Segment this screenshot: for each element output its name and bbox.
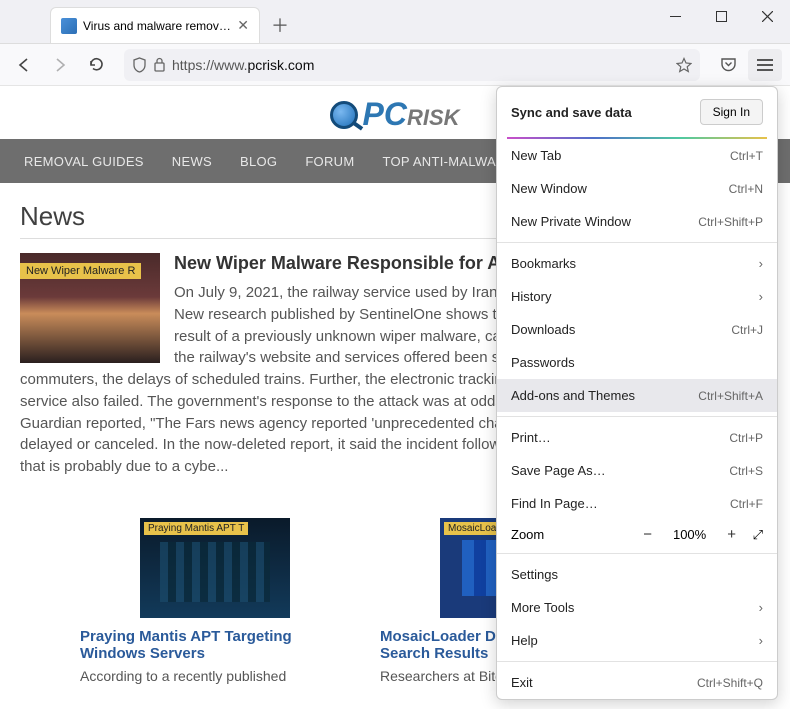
- menu-label: New Private Window: [511, 214, 631, 229]
- menu-bookmarks[interactable]: Bookmarks ›: [497, 247, 777, 280]
- menu-label: Downloads: [511, 322, 575, 337]
- zoom-label: Zoom: [511, 527, 627, 542]
- menu-shortcut: Ctrl+Shift+P: [698, 215, 763, 229]
- menu-passwords[interactable]: Passwords: [497, 346, 777, 379]
- menu-label: New Window: [511, 181, 587, 196]
- menu-find-in-page[interactable]: Find In Page… Ctrl+F: [497, 487, 777, 520]
- menu-settings[interactable]: Settings: [497, 558, 777, 591]
- menu-label: Passwords: [511, 355, 575, 370]
- logo-pc: PC: [362, 96, 406, 132]
- sign-in-button[interactable]: Sign In: [700, 99, 763, 125]
- menu-new-private-window[interactable]: New Private Window Ctrl+Shift+P: [497, 205, 777, 238]
- related-card: Praying Mantis APT T Praying Mantis APT …: [80, 518, 350, 684]
- menu-label: Exit: [511, 675, 533, 690]
- card-thumbnail[interactable]: Praying Mantis APT T: [140, 518, 290, 618]
- menu-downloads[interactable]: Downloads Ctrl+J: [497, 313, 777, 346]
- menu-exit[interactable]: Exit Ctrl+Shift+Q: [497, 666, 777, 699]
- menu-print[interactable]: Print… Ctrl+P: [497, 421, 777, 454]
- chevron-right-icon: ›: [759, 289, 763, 304]
- chevron-right-icon: ›: [759, 633, 763, 648]
- lock-icon[interactable]: [153, 57, 166, 72]
- menu-label: Add-ons and Themes: [511, 388, 635, 403]
- tab-strip: Virus and malware removal inst ✕ ＋: [0, 0, 652, 43]
- menu-addons-themes[interactable]: Add-ons and Themes Ctrl+Shift+A: [497, 379, 777, 412]
- toolbar: https://www.pcrisk.com: [0, 44, 790, 86]
- url-bar[interactable]: https://www.pcrisk.com: [124, 49, 700, 81]
- menu-new-window[interactable]: New Window Ctrl+N: [497, 172, 777, 205]
- app-menu-button[interactable]: [748, 49, 782, 81]
- card-thumb-label: Praying Mantis APT T: [144, 522, 248, 535]
- menu-label: Settings: [511, 567, 558, 582]
- titlebar: Virus and malware removal inst ✕ ＋: [0, 0, 790, 44]
- thumbnail-label: New Wiper Malware R: [20, 263, 141, 279]
- menu-shortcut: Ctrl+J: [731, 323, 763, 337]
- menu-separator: [497, 242, 777, 243]
- zoom-out-button[interactable]: −: [637, 526, 659, 543]
- menu-new-tab[interactable]: New Tab Ctrl+T: [497, 139, 777, 172]
- menu-label: Help: [511, 633, 538, 648]
- magnifier-icon: [330, 101, 358, 129]
- menu-more-tools[interactable]: More Tools ›: [497, 591, 777, 624]
- nav-news[interactable]: NEWS: [158, 154, 226, 169]
- new-tab-button[interactable]: ＋: [266, 11, 294, 39]
- chevron-right-icon: ›: [759, 600, 763, 615]
- nav-forum[interactable]: FORUM: [291, 154, 368, 169]
- chevron-right-icon: ›: [759, 256, 763, 271]
- sync-title: Sync and save data: [511, 105, 632, 120]
- tab-favicon: [61, 18, 77, 34]
- hamburger-icon: [757, 59, 773, 71]
- nav-removal-guides[interactable]: REMOVAL GUIDES: [10, 154, 158, 169]
- article-thumbnail[interactable]: New Wiper Malware R: [20, 253, 160, 363]
- bookmark-star-icon[interactable]: [676, 57, 692, 73]
- menu-history[interactable]: History ›: [497, 280, 777, 313]
- menu-label: Print…: [511, 430, 551, 445]
- menu-shortcut: Ctrl+S: [729, 464, 763, 478]
- nav-blog[interactable]: BLOG: [226, 154, 291, 169]
- zoom-in-button[interactable]: +: [721, 526, 743, 543]
- menu-header: Sync and save data Sign In: [497, 87, 777, 137]
- tab-title: Virus and malware removal inst: [83, 19, 231, 33]
- menu-zoom: Zoom − 100% + ⤢: [497, 520, 777, 549]
- menu-separator: [497, 661, 777, 662]
- url-text: https://www.pcrisk.com: [172, 57, 670, 73]
- menu-label: Bookmarks: [511, 256, 576, 271]
- close-icon[interactable]: ✕: [237, 17, 249, 34]
- zoom-value: 100%: [669, 527, 711, 542]
- menu-shortcut: Ctrl+F: [730, 497, 763, 511]
- menu-label: More Tools: [511, 600, 574, 615]
- menu-label: New Tab: [511, 148, 561, 163]
- menu-label: History: [511, 289, 551, 304]
- shield-icon[interactable]: [132, 57, 147, 73]
- close-window-button[interactable]: [744, 0, 790, 32]
- forward-button[interactable]: [44, 49, 76, 81]
- fullscreen-icon[interactable]: ⤢: [753, 527, 763, 543]
- menu-shortcut: Ctrl+N: [729, 182, 763, 196]
- site-logo[interactable]: PCRISK: [330, 96, 459, 133]
- back-button[interactable]: [8, 49, 40, 81]
- menu-shortcut: Ctrl+Shift+Q: [697, 676, 763, 690]
- menu-save-page-as[interactable]: Save Page As… Ctrl+S: [497, 454, 777, 487]
- browser-tab[interactable]: Virus and malware removal inst ✕: [50, 7, 260, 43]
- menu-label: Save Page As…: [511, 463, 606, 478]
- reload-button[interactable]: [80, 49, 112, 81]
- card-title[interactable]: Praying Mantis APT Targeting Windows Ser…: [80, 628, 350, 662]
- card-snippet: According to a recently published: [80, 668, 350, 684]
- menu-label: Find In Page…: [511, 496, 598, 511]
- menu-shortcut: Ctrl+T: [730, 149, 763, 163]
- menu-shortcut: Ctrl+P: [729, 431, 763, 445]
- logo-risk: RISK: [407, 105, 460, 130]
- minimize-button[interactable]: [652, 0, 698, 32]
- pocket-icon[interactable]: [712, 49, 744, 81]
- menu-shortcut: Ctrl+Shift+A: [698, 389, 763, 403]
- menu-separator: [497, 553, 777, 554]
- app-menu: Sync and save data Sign In New Tab Ctrl+T…: [496, 86, 778, 700]
- menu-separator: [497, 416, 777, 417]
- window-controls: [652, 0, 790, 43]
- maximize-button[interactable]: [698, 0, 744, 32]
- menu-help[interactable]: Help ›: [497, 624, 777, 657]
